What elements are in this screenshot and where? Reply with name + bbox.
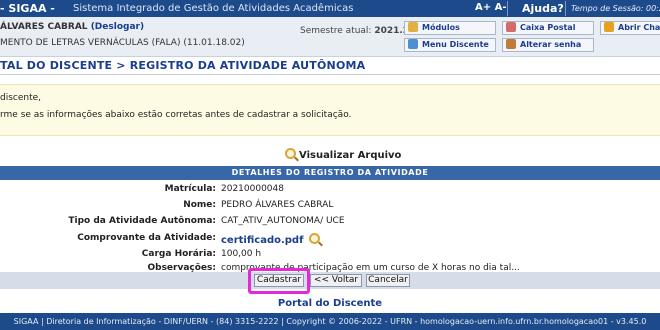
view-file-link[interactable]: Visualizar Arquivo: [285, 148, 401, 161]
font-size-controls[interactable]: A+ A-: [475, 2, 507, 13]
row-value-file: certificado.pdf: [221, 233, 323, 246]
row-label: Tipo da Atividade Autônoma:: [68, 216, 216, 226]
user-info-bar: ÁLVARES CABRAL (Deslogar) MENTO DE LETRA…: [0, 17, 660, 57]
row-label: Comprovante da Atividade:: [77, 233, 216, 243]
certificate-link[interactable]: certificado.pdf: [221, 235, 303, 246]
mailbox-icon: [506, 22, 516, 32]
modules-label: Módulos: [422, 23, 460, 32]
highlight-box: [248, 268, 310, 294]
cancel-button[interactable]: Cancelar: [366, 274, 410, 287]
row-value: CAT_ATIV_AUTONOMA/ UCE: [221, 216, 345, 226]
help-link[interactable]: Ajuda?: [522, 2, 564, 15]
open-ticket-label: Abrir Cham: [618, 23, 660, 32]
page-title: TAL DO DISCENTE > REGISTRO DA ATIVIDADE …: [0, 59, 366, 72]
table-row: Carga Horária: 100,00 h: [0, 247, 660, 262]
user-department: MENTO DE LETRAS VERNÁCULAS (FALA) (11.01…: [0, 38, 245, 48]
student-menu-label: Menu Discente: [422, 40, 489, 49]
open-ticket-button[interactable]: Abrir Cham: [600, 21, 660, 35]
user-name: ÁLVARES CABRAL: [0, 22, 88, 32]
row-value: PEDRO ÁLVARES CABRAL: [221, 200, 334, 210]
details-table: Matrícula: 20210000048 Nome: PEDRO ÁLVAR…: [0, 180, 660, 273]
table-row: Matrícula: 20210000048: [0, 182, 660, 197]
magnifier-icon: [285, 148, 296, 159]
view-file-label: Visualizar Arquivo: [299, 150, 402, 161]
message-line-1: discente,: [0, 93, 42, 103]
mailbox-button[interactable]: Caixa Postal: [502, 21, 594, 35]
change-password-label: Alterar senha: [520, 40, 582, 49]
divider: [507, 1, 508, 16]
portal-link[interactable]: Portal do Discente: [0, 298, 660, 309]
session-timer: Tempo de Sessão: 00:25: [571, 4, 660, 13]
divider: [565, 1, 566, 16]
table-row: Comprovante da Atividade: certificado.pd…: [0, 231, 660, 246]
password-icon: [506, 39, 516, 49]
logout-link[interactable]: (Deslogar): [91, 22, 144, 32]
message-line-2: rme se as informações abaixo estão corre…: [0, 110, 352, 120]
semester-info: Semestre atual: 2021.2: [300, 26, 409, 36]
menu-icon: [408, 39, 418, 49]
row-value: 100,00 h: [221, 249, 262, 259]
change-password-button[interactable]: Alterar senha: [502, 38, 594, 52]
ticket-icon: [604, 22, 614, 32]
info-message: discente, rme se as informações abaixo e…: [0, 84, 660, 136]
system-acronym: - SIGAA -: [0, 2, 55, 15]
top-bar: - SIGAA - Sistema Integrado de Gestão de…: [0, 0, 660, 17]
modules-icon: [408, 22, 418, 32]
modules-button[interactable]: Módulos: [404, 21, 496, 35]
page: - SIGAA - Sistema Integrado de Gestão de…: [0, 0, 660, 330]
user-name-line: ÁLVARES CABRAL (Deslogar): [0, 22, 144, 32]
row-label: Carga Horária:: [141, 249, 216, 259]
magnifier-icon[interactable]: [309, 233, 321, 244]
details-header: DETALHES DO REGISTRO DA ATIVIDADE: [0, 166, 660, 180]
row-value: 20210000048: [221, 184, 284, 194]
back-button[interactable]: << Voltar: [310, 274, 362, 287]
footer: SIGAA | Diretoria de Informatização - DI…: [0, 313, 660, 330]
row-label: Matrícula:: [164, 184, 216, 194]
mailbox-label: Caixa Postal: [520, 23, 576, 32]
student-menu-button[interactable]: Menu Discente: [404, 38, 496, 52]
semester-label: Semestre atual:: [300, 26, 372, 36]
title-divider: [0, 74, 660, 75]
system-name: Sistema Integrado de Gestão de Atividade…: [73, 3, 354, 14]
form-actions: Cadastrar << Voltar Cancelar: [0, 272, 660, 289]
row-label: Nome:: [183, 200, 216, 210]
table-row: Tipo da Atividade Autônoma: CAT_ATIV_AUT…: [0, 214, 660, 229]
table-row: Nome: PEDRO ÁLVARES CABRAL: [0, 198, 660, 213]
